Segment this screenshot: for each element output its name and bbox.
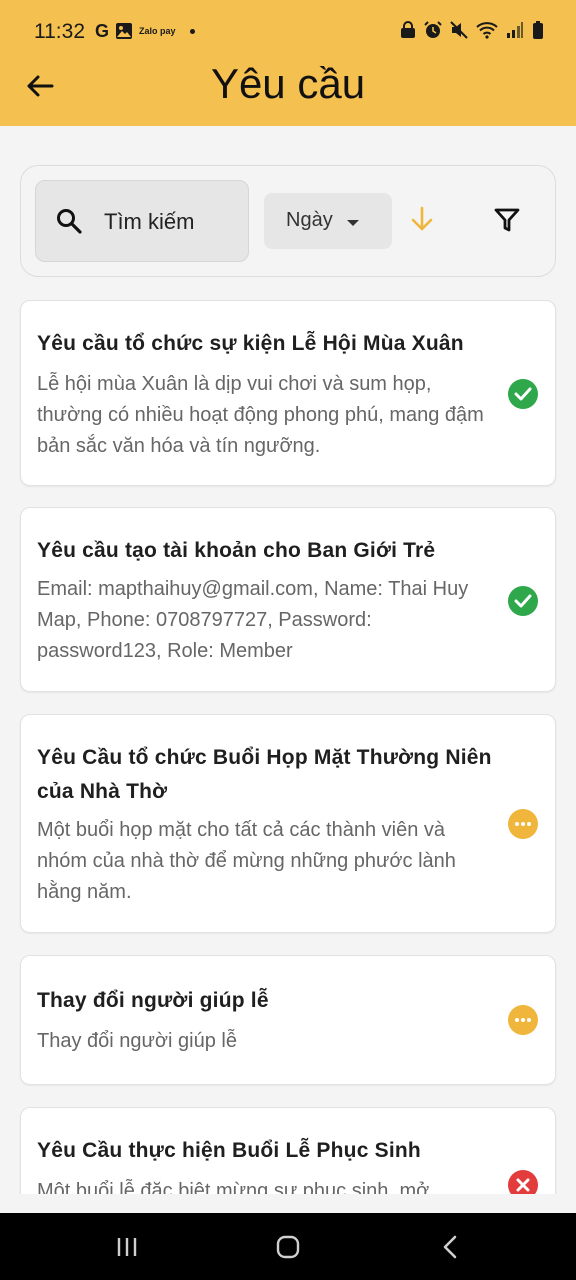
request-card[interactable]: Yêu Cầu tổ chức Buổi Họp Mặt Thường Niên… (20, 714, 556, 933)
request-card[interactable]: Yêu Cầu thực hiện Buổi Lễ Phục Sinh Một … (20, 1107, 556, 1194)
check-icon (514, 387, 532, 401)
close-icon (516, 1178, 530, 1192)
wifi-icon (476, 22, 498, 39)
request-description: Lễ hội mùa Xuân là dịp vui chơi và sum h… (37, 373, 484, 457)
request-description: Một buổi họp mặt cho tất cả các thành vi… (37, 819, 456, 903)
gallery-icon (116, 23, 133, 39)
system-nav-bar (0, 1213, 576, 1280)
status-right-icons (400, 21, 544, 39)
notification-dot (189, 28, 195, 34)
rejected-status-icon (508, 1170, 538, 1194)
sort-direction-button[interactable] (411, 206, 433, 237)
more-horizontal-icon (515, 822, 531, 826)
request-title: Yêu cầu tạo tài khoản cho Ban Giới Trẻ (37, 539, 436, 562)
approved-status-icon (508, 586, 538, 616)
system-back-button[interactable] (432, 1230, 468, 1264)
pending-status-icon (508, 1005, 538, 1035)
pending-status-icon (508, 809, 538, 839)
request-description: Một buổi lễ đặc biệt mừng sự phục sinh, … (37, 1180, 430, 1194)
alarm-icon (424, 21, 442, 38)
chevron-left-icon (443, 1235, 457, 1259)
page-title: Yêu cầu (210, 60, 366, 107)
request-description: Thay đổi người giúp lễ (37, 1030, 237, 1052)
request-title: Thay đổi người giúp lễ (37, 989, 269, 1012)
request-description: Email: mapthaihuy@gmail.com, Name: Thai … (37, 578, 469, 662)
home-icon (276, 1235, 300, 1259)
signal-icon (507, 22, 523, 38)
approved-status-icon (508, 379, 538, 409)
request-card[interactable]: Yêu cầu tạo tài khoản cho Ban Giới Trẻ E… (20, 507, 556, 692)
sort-field-label: Ngày (286, 209, 333, 231)
app-bar: 11:32 G Zalo pay Yêu cầu (0, 0, 576, 126)
filter-button[interactable] (494, 207, 520, 238)
search-input[interactable]: Tìm kiếm (35, 180, 249, 262)
google-icon: G (95, 21, 110, 41)
mute-icon (450, 21, 468, 39)
status-time: 11:32 (34, 20, 85, 43)
request-card[interactable]: Thay đổi người giúp lễ Thay đổi người gi… (20, 955, 556, 1085)
more-horizontal-icon (515, 1018, 531, 1022)
request-card[interactable]: Yêu cầu tổ chức sự kiện Lễ Hội Mùa Xuân … (20, 300, 556, 486)
request-title: Yêu cầu tổ chức sự kiện Lễ Hội Mùa Xuân (37, 332, 464, 355)
battery-icon (533, 21, 543, 39)
recent-apps-icon (117, 1238, 137, 1256)
lock-icon (401, 21, 415, 38)
request-title: Yêu Cầu tổ chức Buổi Họp Mặt Thường Niên… (37, 746, 492, 803)
filter-icon (494, 208, 520, 232)
home-button[interactable] (270, 1230, 306, 1264)
search-placeholder: Tìm kiếm (104, 209, 195, 234)
search-filter-panel: Tìm kiếm Ngày (20, 165, 556, 277)
status-left-icons: G Zalo pay (95, 21, 195, 41)
status-bar: 11:32 G Zalo pay (0, 0, 576, 64)
zalopay-icon: Zalo pay (139, 25, 176, 36)
recent-apps-button[interactable] (109, 1230, 145, 1264)
caret-down-icon (347, 220, 359, 226)
request-list[interactable]: Yêu cầu tổ chức sự kiện Lễ Hội Mùa Xuân … (0, 298, 576, 1194)
arrow-down-icon (411, 206, 433, 231)
search-icon (57, 209, 82, 234)
request-title: Yêu Cầu thực hiện Buổi Lễ Phục Sinh (37, 1139, 421, 1162)
check-icon (514, 594, 532, 608)
sort-field-dropdown[interactable]: Ngày (264, 193, 392, 249)
